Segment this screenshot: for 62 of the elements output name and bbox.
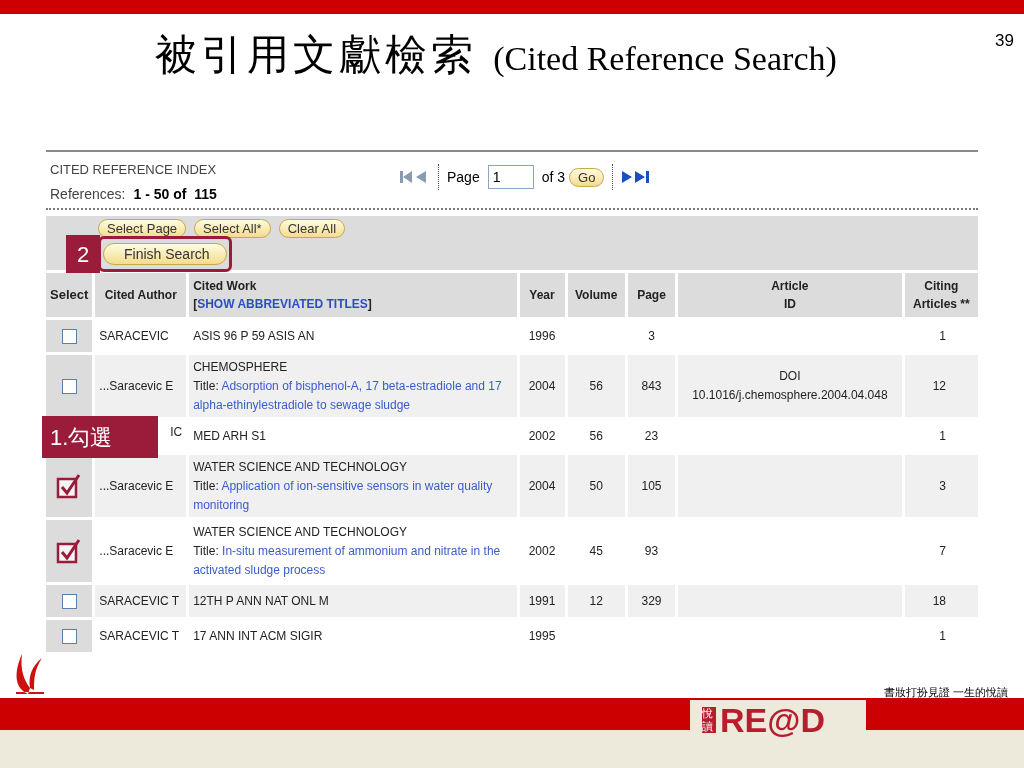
toolbar-button[interactable]: Clear All — [278, 219, 346, 238]
finish-search-button[interactable]: Finish Search — [103, 243, 227, 265]
logo-seal: 悅讀 — [702, 707, 716, 733]
page-cell: 329 — [627, 585, 676, 617]
page-label: Page — [447, 167, 480, 187]
page-input[interactable]: 1 — [487, 165, 534, 189]
slide-subtitle: (Cited Reference Search) — [493, 38, 837, 79]
column-header: Year — [519, 273, 565, 317]
slide-title: 被引用文獻檢索 — [155, 28, 478, 81]
citing-count-cell: 18 — [904, 585, 978, 617]
work-cell-text: ASIS 96 P 59 ASIS AN — [193, 327, 316, 345]
references-range: 1 - 50 of 115 — [133, 184, 217, 204]
year-cell: 2004 — [519, 455, 565, 517]
column-header: Cited Work [SHOW ABBREVIATED TITLES] — [189, 273, 517, 317]
author-cell: SARACEVIC T — [95, 585, 187, 617]
year-cell: 1991 — [519, 585, 565, 617]
citing-count-cell: 3 — [904, 455, 978, 517]
checked-checkbox[interactable] — [56, 473, 83, 499]
bracket: [ — [193, 297, 198, 311]
tagline: 書妝打扮見證 一生的悅讀 — [883, 685, 1008, 700]
work-cell-text: 17 ANN INT ACM SIGIR — [193, 627, 324, 645]
year-cell: 2004 — [519, 355, 565, 417]
checkbox[interactable] — [61, 328, 77, 344]
abbreviated-titles-link[interactable]: SHOW ABBREVIATED TITLES — [197, 297, 368, 311]
work-cell-text: MED ARH S1 — [193, 427, 267, 445]
checkbox[interactable] — [61, 628, 77, 644]
page-count: of 3 — [541, 167, 566, 187]
article-id-cell: DOI 10.1016/j.chemosphere.2004.04.048 — [678, 355, 902, 417]
logo-wordmark: RE@D — [720, 703, 825, 737]
references-label: References: — [50, 184, 126, 204]
next-last-icon[interactable] — [621, 170, 652, 184]
column-header: Page — [627, 273, 676, 317]
column-header: Cited Author — [95, 273, 187, 317]
go-button[interactable]: Go — [569, 167, 605, 187]
volume-cell: 50 — [567, 455, 625, 517]
checkbox[interactable] — [61, 378, 77, 394]
volume-cell: 56 — [567, 355, 625, 417]
bracket: ] — [367, 297, 372, 311]
column-header: Select — [46, 273, 93, 317]
column-header: Citing Articles ** — [904, 273, 978, 317]
page-cell: 843 — [627, 355, 676, 417]
column-header: Article ID — [678, 273, 902, 317]
work-cell-text: WATER SCIENCE AND TECHNOLOGY — [193, 523, 408, 541]
step-badge: 2 — [66, 235, 100, 273]
citing-count-cell: 12 — [904, 355, 978, 417]
article-title: Title: Adsorption of bisphenol-A, 17 beta-estradiole and 17 alpha-ethinylestradiole to sewage sludge — [193, 377, 503, 414]
work-cell-text: WATER SCIENCE AND TECHNOLOGY — [193, 458, 408, 476]
author-cell: ...Saracevic E — [95, 455, 187, 517]
column-header: Volume — [567, 273, 625, 317]
checked-checkbox[interactable] — [56, 538, 83, 564]
work-cell-text: 12TH P ANN NAT ONL M — [193, 592, 330, 610]
checkbox[interactable] — [61, 593, 77, 609]
article-title: Title: In-situ measurement of ammonium and nitrate in the activated sludge process — [193, 542, 502, 579]
toolbar-button[interactable]: Select All* — [194, 219, 271, 238]
page-number: 39 — [995, 30, 1014, 52]
index-heading: CITED REFERENCE INDEX — [50, 161, 218, 179]
author-cell: ...Saracevic E — [95, 355, 187, 417]
step-label: 1.勾選 — [42, 416, 158, 458]
page-cell: 105 — [627, 455, 676, 517]
work-cell-text: CHEMOSPHERE — [193, 358, 289, 376]
article-title: Title: Application of ion-sensitive sensors in water quality monitoring — [193, 477, 494, 514]
volume-cell: 12 — [567, 585, 625, 617]
